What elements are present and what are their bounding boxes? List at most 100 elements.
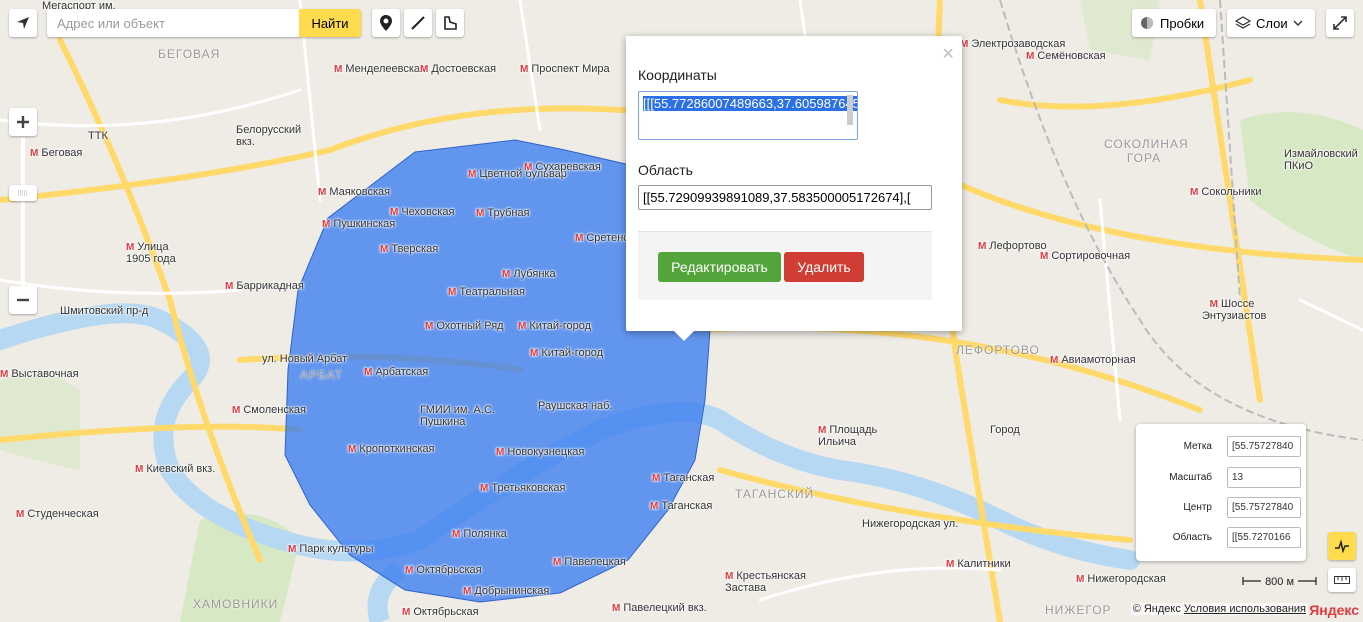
metro-label: Лубянка <box>502 268 555 280</box>
info-label: Область <box>1172 532 1212 543</box>
metro-label: Третьяковская <box>480 482 565 494</box>
layers-label: Слои <box>1256 15 1288 31</box>
edit-button[interactable]: Редактировать <box>658 252 781 282</box>
map-label: Шмитовский пр-д <box>60 305 149 317</box>
map-label: Измайловский ПКиО <box>1284 148 1358 172</box>
info-label: Масштаб <box>1169 472 1212 483</box>
ruler-icon <box>1334 576 1350 584</box>
scale-ruler-icon <box>1298 577 1317 585</box>
ruler-button[interactable] <box>1328 568 1356 592</box>
metro-label: Китай-город <box>530 347 603 359</box>
chevron-down-icon <box>1293 20 1303 26</box>
map-label: АРБАТ <box>300 368 344 382</box>
metro-label: Выставочная <box>0 368 78 380</box>
metro-label: Парк культуры <box>288 543 373 555</box>
traffic-label: Пробки <box>1160 15 1205 31</box>
map-label: ул. Новый Арбат <box>262 353 348 365</box>
info-label: Метка <box>1183 441 1212 452</box>
metro-label: Шоссе Энтузиастов <box>1202 298 1266 322</box>
map-label: БЕГОВАЯ <box>158 47 221 61</box>
area-label: Область <box>638 162 693 178</box>
layers-button[interactable]: Слои <box>1227 9 1315 37</box>
map-footer: © Яндекс Условия использования <box>1130 603 1308 615</box>
pulse-icon <box>1335 539 1349 553</box>
coords-textarea[interactable]: [[[55.77286007489663,37.60598764555353], <box>638 91 858 140</box>
minus-icon <box>17 298 29 302</box>
textarea-scrollbar[interactable] <box>847 95 853 125</box>
map-label: СОКОЛИНАЯ ГОРА <box>1104 137 1189 165</box>
copyright-text: © Яндекс <box>1132 603 1181 615</box>
metro-label: Нижегородская <box>1076 573 1166 585</box>
metro-label: Калитники <box>946 558 1010 570</box>
zoom-out-button[interactable] <box>9 286 37 314</box>
zoom-slider-track[interactable] <box>9 138 37 286</box>
metro-label: Новокузнецкая <box>496 446 584 458</box>
map-label: Раушская наб. <box>538 400 613 412</box>
traffic-icon <box>1141 17 1153 29</box>
metro-label: Авиамоторная <box>1050 354 1135 366</box>
metro-label: Семёновская <box>1026 50 1105 62</box>
terms-link[interactable]: Условия использования <box>1184 603 1306 615</box>
area-field[interactable] <box>638 185 932 210</box>
info-row-area: Область <box>1136 527 1306 549</box>
popup-button-bar: Редактировать Удалить <box>638 231 932 300</box>
zoom-field[interactable] <box>1227 467 1301 488</box>
map-label: ХАМОВНИКИ <box>193 597 279 611</box>
metro-label: Таганская <box>652 472 714 484</box>
route-button[interactable] <box>1328 532 1356 560</box>
map-label: ТАГАНСКИЙ <box>735 487 815 501</box>
yandex-logo[interactable]: Яндекс <box>1309 602 1359 618</box>
search-bar: Найти <box>47 9 361 37</box>
zoom-in-button[interactable] <box>9 108 37 136</box>
metro-label: Сортировочная <box>1040 250 1130 262</box>
metro-label: Охотный Ряд <box>425 320 503 332</box>
map-label: Нижегородская ул. <box>862 518 959 530</box>
map-label: ТТК <box>88 130 108 142</box>
metro-label: Кропоткинская <box>348 443 434 455</box>
layers-icon <box>1235 16 1251 29</box>
metro-label: Пушкинская <box>322 218 395 230</box>
metro-label: Павелецкий вкз. <box>612 602 706 614</box>
metro-label: Крестьянская Застава <box>725 570 815 594</box>
metro-label: Сухаревская <box>524 161 601 173</box>
metro-label: Проспект Мира <box>520 63 609 75</box>
expand-icon <box>1333 16 1347 30</box>
line-tool-button[interactable] <box>404 9 432 37</box>
fullscreen-button[interactable] <box>1326 9 1354 37</box>
zoom-slider-handle[interactable] <box>9 185 37 201</box>
metro-label: Киевский вкз. <box>135 463 215 475</box>
area-bounds-field[interactable] <box>1227 527 1301 548</box>
metro-label: Трубная <box>476 207 529 219</box>
center-field[interactable] <box>1227 497 1301 518</box>
metro-label: Полянка <box>452 528 506 540</box>
polygon-balloon: × Координаты [[[55.77286007489663,37.605… <box>626 36 962 341</box>
placemark-field[interactable] <box>1227 436 1301 457</box>
search-input[interactable] <box>47 9 299 37</box>
metro-label: Чеховская <box>390 206 454 218</box>
metro-label: Лефортово <box>978 240 1046 252</box>
metro-label: Октябрьская <box>405 564 481 576</box>
delete-button[interactable]: Удалить <box>784 252 864 282</box>
metro-label: Театральная <box>448 286 525 298</box>
close-icon[interactable]: × <box>942 44 954 64</box>
scale-ruler-icon <box>1242 577 1261 585</box>
polygon-tool-button[interactable] <box>436 9 464 37</box>
map-label: ГМИИ им. А.С. Пушкина <box>420 404 495 428</box>
metro-label: Маяковская <box>318 186 390 198</box>
traffic-button[interactable]: Пробки <box>1132 9 1216 37</box>
coords-selected-text: [[[55.77286007489663,37.60598764555353], <box>643 96 857 111</box>
info-row-zoom: Масштаб <box>1136 467 1306 489</box>
plus-icon <box>17 116 29 128</box>
line-icon <box>411 16 425 30</box>
pin-icon <box>380 15 392 31</box>
metro-label: Улица 1905 года <box>126 241 186 265</box>
placemark-tool-button[interactable] <box>372 9 400 37</box>
geolocation-button[interactable] <box>9 9 37 37</box>
metro-label: Баррикадная <box>225 280 303 292</box>
info-label: Центр <box>1183 502 1212 513</box>
metro-label: Добрынинская <box>463 585 549 597</box>
search-button[interactable]: Найти <box>299 9 361 37</box>
metro-label: Беговая <box>30 147 82 159</box>
metro-label: Сокольники <box>1190 186 1261 198</box>
map-label: Город <box>990 424 1020 436</box>
